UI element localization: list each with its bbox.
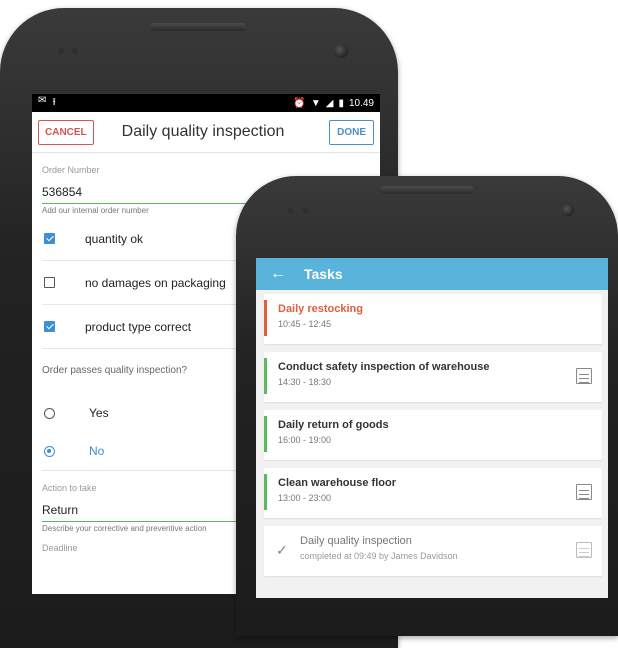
speaker-grille	[150, 23, 246, 31]
front-camera	[334, 44, 348, 58]
task-title: Conduct safety inspection of warehouse	[278, 361, 490, 373]
speaker-grille	[380, 186, 474, 194]
battery-icon: ▮	[338, 97, 344, 109]
upload-icon: ⭱	[52, 96, 56, 108]
mail-icon: ✉	[38, 94, 47, 106]
status-time: 10.49	[348, 97, 374, 109]
checkbox-label: quantity ok	[85, 231, 144, 246]
radio-label: Yes	[89, 406, 109, 420]
task-item[interactable]: Daily return of goods 16:00 - 19:00	[264, 410, 602, 460]
task-title: Daily restocking	[278, 303, 363, 315]
alarm-icon: ⏰	[293, 97, 306, 109]
task-time: 10:45 - 12:45	[278, 319, 332, 329]
task-status-bar	[264, 416, 267, 452]
order-number-label: Order Number	[42, 165, 100, 175]
sensor-dot	[302, 208, 308, 214]
front-camera	[562, 204, 574, 216]
tasks-toolbar: ← Tasks	[256, 258, 608, 290]
form-icon[interactable]	[576, 542, 592, 558]
radio-label: No	[89, 444, 105, 458]
form-icon[interactable]	[576, 484, 592, 500]
checkbox-unchecked-icon[interactable]	[44, 277, 55, 288]
task-item[interactable]: Daily restocking 10:45 - 12:45	[264, 294, 602, 344]
sensor-dot	[72, 48, 78, 54]
radio-unselected-icon[interactable]	[44, 407, 55, 419]
form-icon[interactable]	[576, 368, 592, 384]
checkbox-checked-icon[interactable]	[44, 321, 55, 332]
back-arrow-icon[interactable]: ←	[270, 265, 286, 283]
task-title: Daily return of goods	[278, 419, 389, 431]
task-item[interactable]: Clean warehouse floor 13:00 - 23:00	[264, 468, 602, 518]
task-item-completed[interactable]: ✓ Daily quality inspection completed at …	[264, 526, 602, 576]
checkbox-label: product type correct	[85, 319, 192, 334]
status-bar: ✉ ⭱ ⏰ ▼ ◢ ▮ 10.49	[32, 94, 380, 112]
task-time: 16:00 - 19:00	[278, 435, 332, 445]
task-completed-info: completed at 09:49 by James Davidson	[300, 551, 458, 561]
radio-selected-icon[interactable]	[44, 445, 55, 457]
page-title: Daily quality inspection	[121, 123, 285, 140]
task-title: Clean warehouse floor	[278, 477, 396, 489]
done-button[interactable]: DONE	[329, 119, 374, 145]
task-status-bar	[264, 300, 267, 336]
checkbox-checked-icon[interactable]	[44, 233, 55, 244]
sensor-dot	[288, 208, 294, 214]
task-status-bar	[264, 358, 267, 394]
sensor-dot	[58, 48, 64, 54]
wifi-icon: ▼	[310, 97, 321, 109]
cancel-button[interactable]: CANCEL	[38, 119, 94, 145]
task-title: Daily quality inspection	[300, 535, 412, 547]
inspection-toolbar: CANCEL Daily quality inspection DONE	[32, 112, 380, 153]
tasks-screen: ← Tasks Daily restocking 10:45 - 12:45 C…	[256, 258, 608, 598]
signal-icon: ◢	[325, 97, 334, 109]
checkmark-icon: ✓	[276, 542, 288, 558]
task-item[interactable]: Conduct safety inspection of warehouse 1…	[264, 352, 602, 402]
task-time: 13:00 - 23:00	[278, 493, 332, 503]
checkbox-label: no damages on packaging	[85, 275, 226, 290]
task-status-bar	[264, 474, 267, 510]
tasks-title: Tasks	[304, 266, 343, 282]
task-time: 14:30 - 18:30	[278, 377, 332, 387]
